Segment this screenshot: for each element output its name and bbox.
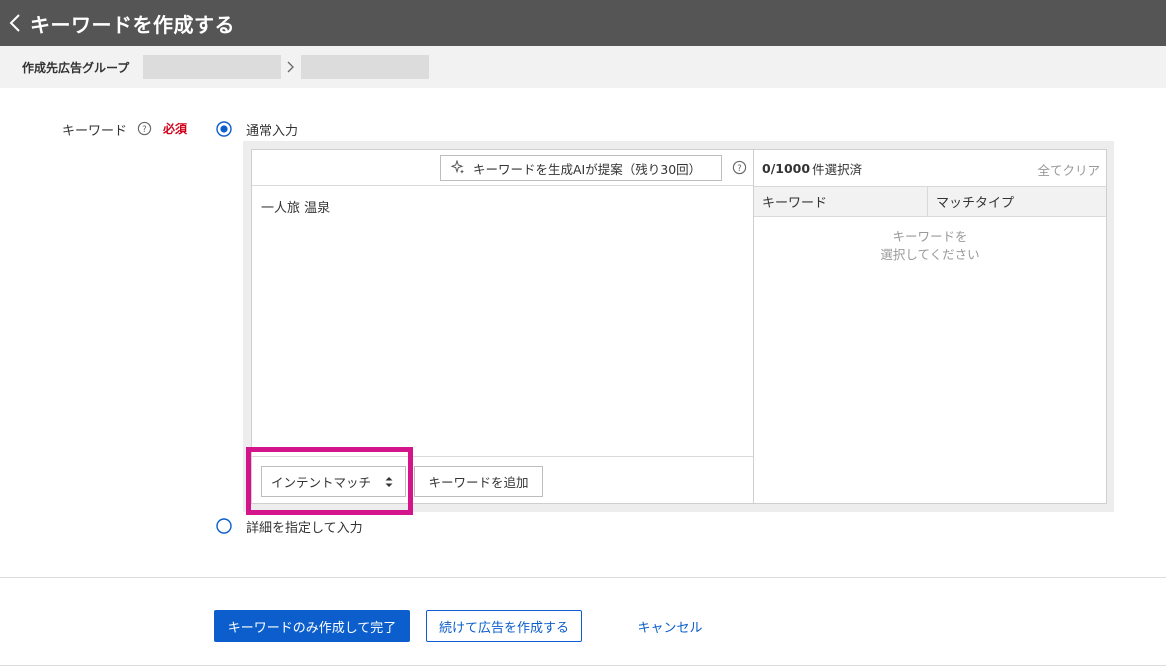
empty-selection-message: キーワードを 選択してください bbox=[754, 228, 1106, 264]
ai-help-icon[interactable]: ? bbox=[732, 160, 748, 176]
highlight-frame bbox=[246, 447, 413, 515]
continue-create-ad-button[interactable]: 続けて広告を作成する bbox=[426, 610, 582, 642]
sparkle-icon bbox=[450, 158, 465, 177]
radio-normal-input[interactable] bbox=[216, 121, 232, 137]
column-match-type: マッチタイプ bbox=[936, 196, 1015, 211]
divider bbox=[0, 577, 1166, 578]
page-title: キーワードを作成する bbox=[30, 12, 235, 37]
svg-text:?: ? bbox=[737, 163, 741, 173]
ai-suggest-label: キーワードを生成AIが提案（残り30回） bbox=[473, 161, 702, 177]
keyword-entry-toolbar: キーワードを生成AIが提案（残り30回） ? bbox=[252, 150, 753, 186]
breadcrumb: 作成先広告グループ bbox=[0, 46, 1166, 88]
help-icon[interactable]: ? bbox=[137, 121, 153, 137]
keyword-textarea[interactable]: 一人旅 温泉 bbox=[261, 197, 330, 216]
adgroup-name-placeholder bbox=[301, 55, 430, 79]
cancel-button[interactable]: キャンセル bbox=[620, 610, 720, 642]
keyword-field-label: キーワード bbox=[62, 124, 128, 139]
selection-count: 0/1000 bbox=[762, 160, 811, 176]
empty-message-line-1: キーワードを bbox=[892, 229, 968, 244]
radio-detailed-input[interactable] bbox=[216, 518, 232, 534]
radio-normal-input-label: 通常入力 bbox=[246, 124, 299, 139]
title-bar: キーワードを作成する bbox=[0, 0, 1166, 46]
required-badge: 必須 bbox=[163, 122, 188, 136]
column-keyword: キーワード bbox=[754, 187, 928, 216]
campaign-name-placeholder bbox=[143, 55, 282, 79]
selection-count-suffix: 件選択済 bbox=[812, 161, 863, 177]
selected-keywords-box: 0/1000 件選択済 全てクリア キーワード マッチタイプ キーワードを 選択… bbox=[753, 149, 1107, 504]
breadcrumb-label: 作成先広告グループ bbox=[22, 60, 130, 75]
chevron-right-icon bbox=[281, 61, 301, 73]
selection-table-header: キーワード マッチタイプ bbox=[754, 186, 1106, 217]
radio-detailed-input-label: 詳細を指定して入力 bbox=[246, 521, 363, 536]
back-chevron-icon[interactable] bbox=[0, 0, 30, 46]
ai-suggest-button[interactable]: キーワードを生成AIが提案（残り30回） bbox=[440, 155, 722, 181]
clear-all-link[interactable]: 全てクリア bbox=[1037, 160, 1100, 179]
divider-bottom bbox=[0, 665, 1166, 666]
add-keyword-button[interactable]: キーワードを追加 bbox=[414, 466, 543, 497]
empty-message-line-2: 選択してください bbox=[880, 247, 980, 262]
selection-header: 0/1000 件選択済 全てクリア bbox=[754, 150, 1106, 186]
create-keywords-only-button[interactable]: キーワードのみ作成して完了 bbox=[214, 610, 410, 642]
svg-text:?: ? bbox=[142, 124, 146, 134]
